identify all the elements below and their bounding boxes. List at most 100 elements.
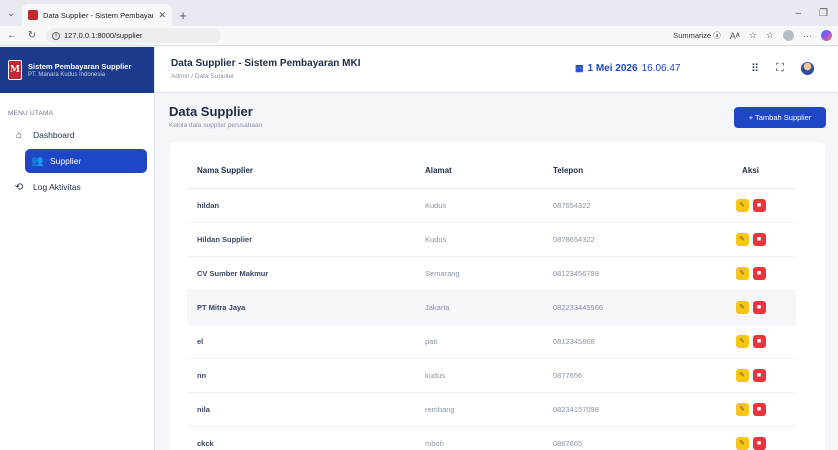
supplier-name: PT Mitra Jaya [187,290,415,325]
supplier-address: mboh [415,426,543,450]
supplier-name: ckck [187,426,415,450]
edit-icon: ✎ [739,304,745,311]
url-field[interactable]: i 127.0.0.1:8000/supplier [46,28,221,43]
address-bar: ← ↻ i 127.0.0.1:8000/supplier Summarize … [0,26,838,46]
back-icon[interactable]: ← [6,30,18,41]
add-supplier-button[interactable]: + Tambah Supplier [734,107,826,128]
new-tab-button[interactable]: + [172,4,194,26]
edit-button[interactable]: ✎ [735,436,749,450]
favorites-icon[interactable]: ☆ [766,30,774,41]
delete-button[interactable]: ■ [752,232,766,246]
read-aloud-icon[interactable]: Aᴬ [730,31,740,41]
supplier-address: kudus [415,358,543,393]
top-header: Data Supplier - Sistem Pembayaran MKI Ad… [155,47,838,93]
row-actions: ✎ ■ [705,188,796,223]
trash-icon: ■ [756,303,762,311]
edit-button[interactable]: ✎ [735,368,749,382]
breadcrumb: Admin / Data Supplier [171,73,235,80]
browser-tab[interactable]: Data Supplier - Sistem Pembayara ✕ [22,4,172,26]
sidebar-item-dashboard[interactable]: ⌂ Dashboard [6,123,148,147]
close-tab-icon[interactable]: ✕ [158,10,166,21]
delete-button[interactable]: ■ [752,334,766,348]
row-actions: ✎ ■ [705,426,796,450]
supplier-name: Hildan Supplier [187,222,415,257]
table-row: PT Mitra Jaya Jakarta 082233445566 ✎ ■ [187,290,796,325]
table-row: nila rembang 08234157098 ✎ ■ [187,392,796,427]
table-header-row: Nama Supplier Alamat Telepon Aksi [187,154,796,189]
trash-icon: ■ [756,405,762,413]
supplier-name: nila [187,392,415,427]
browser-toolbar: Summarize ⓐ Aᴬ ☆ ☆ ··· [673,30,832,41]
edit-icon: ✎ [739,406,745,413]
supplier-phone: 0867665 [543,426,705,450]
supplier-phone: 087654322 [543,188,705,223]
supplier-address: Semarang [415,256,543,291]
supplier-table: Nama Supplier Alamat Telepon Aksi hildan… [187,154,796,450]
profile-avatar[interactable] [783,30,794,41]
column-header-actions: Aksi [705,154,796,189]
table-row: CV Sumber Makmur Semarang 08123456789 ✎ ■ [187,256,796,291]
minimize-icon[interactable]: – [795,8,801,19]
supplier-name: el [187,324,415,359]
trash-icon: ■ [756,201,762,209]
brand-subtitle: PT. Manara Kudus Indonesia [28,72,106,78]
supplier-phone: 0878654322 [543,222,705,257]
edit-button[interactable]: ✎ [735,266,749,280]
edit-button[interactable]: ✎ [735,334,749,348]
edit-icon: ✎ [739,440,745,447]
supplier-address: Kudus [415,188,543,223]
column-header-phone: Telepon [543,154,705,189]
fullscreen-icon[interactable]: ⛶ [776,62,784,75]
sidebar-item-label: Log Aktivitas [33,182,81,192]
delete-button[interactable]: ■ [752,436,766,450]
edit-icon: ✎ [739,270,745,277]
copilot-icon[interactable] [821,30,832,41]
edit-button[interactable]: ✎ [735,198,749,212]
edit-button[interactable]: ✎ [735,402,749,416]
header-date: 1 Mei 2026 [587,63,638,74]
tab-title: Data Supplier - Sistem Pembayara [43,10,154,20]
sidebar-item-log-aktivitas[interactable]: ⟲ Log Aktivitas [6,175,148,199]
delete-button[interactable]: ■ [752,266,766,280]
table-row: ckck mboh 0867665 ✎ ■ [187,426,796,450]
users-icon: 👥 [31,155,44,167]
supplier-phone: 08234157098 [543,392,705,427]
delete-button[interactable]: ■ [752,300,766,314]
tab-list-chevron-icon[interactable]: ⌄ [0,0,22,26]
delete-button[interactable]: ■ [752,402,766,416]
edit-button[interactable]: ✎ [735,232,749,246]
header-title: Data Supplier - Sistem Pembayaran MKI [171,58,361,69]
row-actions: ✎ ■ [705,290,796,325]
row-actions: ✎ ■ [705,222,796,257]
delete-button[interactable]: ■ [752,368,766,382]
summarize-label: Summarize [673,31,712,40]
supplier-name: nn [187,358,415,393]
brand: M Sistem Pembayaran Supplier PT. Manara … [0,47,154,93]
header-actions: ⠿ ⛶ [751,62,814,75]
reload-icon[interactable]: ↻ [26,30,38,41]
site-info-icon[interactable]: i [52,31,60,40]
sidebar-item-supplier[interactable]: 👥 Supplier [25,149,147,173]
summarize-button[interactable]: Summarize ⓐ [673,30,721,41]
browser-tabbar: ⌄ Data Supplier - Sistem Pembayara ✕ + –… [0,0,838,26]
edit-button[interactable]: ✎ [735,300,749,314]
delete-button[interactable]: ■ [752,198,766,212]
supplier-phone: 0812345868 [543,324,705,359]
supplier-phone: 082233445566 [543,290,705,325]
supplier-address: Kudus [415,222,543,257]
more-icon[interactable]: ··· [803,31,812,41]
row-actions: ✎ ■ [705,392,796,427]
page-subtitle: Kelola data supplier perusahaan [169,122,263,129]
header-datetime: ▦ 1 Mei 2026 16.06.47 [575,63,681,74]
supplier-name: CV Sumber Makmur [187,256,415,291]
calendar-icon: ▦ [575,63,584,73]
sidebar: M Sistem Pembayaran Supplier PT. Manara … [0,47,155,450]
edit-icon: ✎ [739,202,745,209]
favorite-star-icon[interactable]: ☆ [749,30,757,41]
restore-icon[interactable]: ❐ [819,8,828,19]
user-avatar[interactable] [800,62,814,75]
apps-grid-icon[interactable]: ⠿ [751,62,759,75]
supplier-address: rembang [415,392,543,427]
tab-favicon-icon [28,10,38,20]
trash-icon: ■ [756,235,762,243]
